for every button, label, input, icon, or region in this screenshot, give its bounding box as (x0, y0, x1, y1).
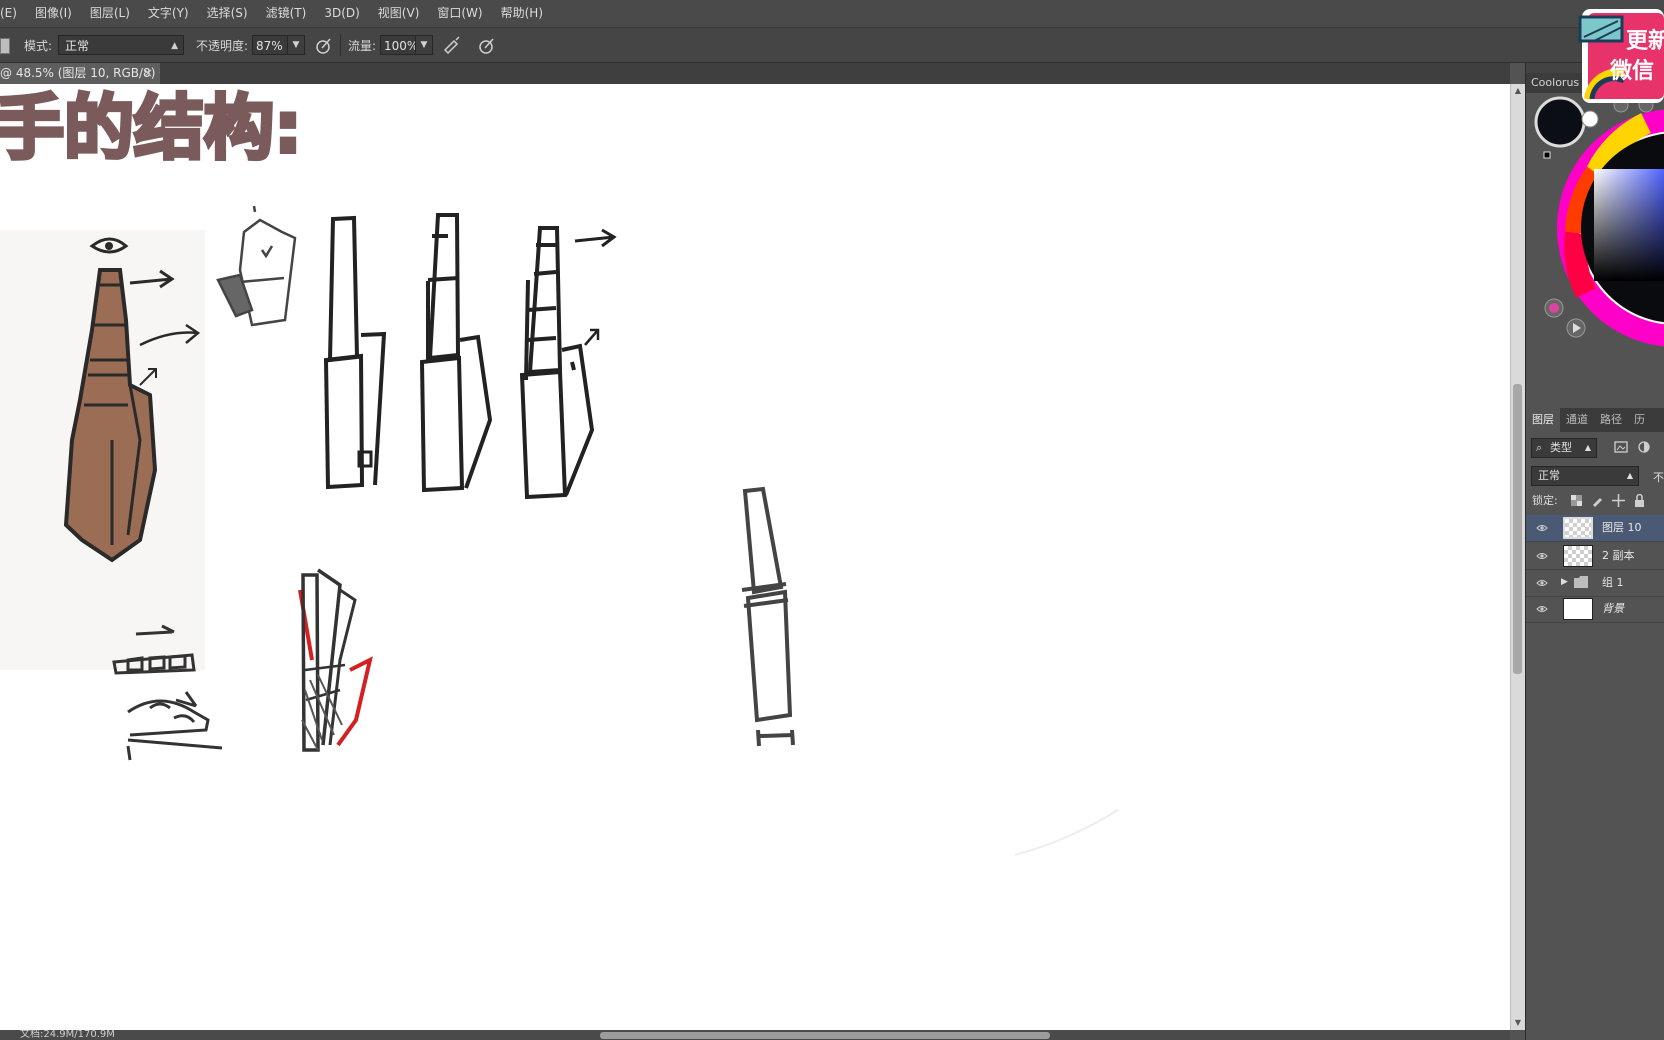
blend-mode-value: 正常 (1538, 469, 1560, 482)
opacity-label: 不透明度: (196, 39, 249, 53)
vertical-scrollbar[interactable]: ▲ ▼ (1510, 84, 1525, 1030)
scroll-down-icon[interactable]: ▼ (1511, 1016, 1525, 1030)
options-bar: 模式: 正常 ▲ 不透明度: 87% ▼ 流量: 100% ▼ (0, 28, 1664, 63)
lock-all-icon[interactable] (1634, 494, 1645, 507)
folder-icon (1574, 576, 1588, 588)
menu-help[interactable]: 帮助(H) (492, 0, 552, 27)
lock-image-icon[interactable] (1591, 494, 1604, 507)
doc-size-status: 文档:24.9M/170.9M (20, 1030, 115, 1040)
updown-arrows-icon: ▲ (1584, 443, 1591, 452)
close-icon[interactable]: × (143, 63, 153, 84)
updown-arrows-icon: ▲ (171, 41, 178, 51)
menu-image[interactable]: 图像(I) (26, 0, 81, 27)
finger-sketch-3 (519, 226, 617, 500)
layer-thumbnail (1563, 545, 1593, 567)
tablet-pressure-size-icon[interactable] (477, 36, 497, 56)
coolorus-title: Coolorus (1531, 76, 1580, 89)
layer-thumbnail (1563, 598, 1593, 620)
expand-triangle-icon[interactable]: ▶ (1561, 577, 1568, 587)
finger-top-view-sketch (216, 205, 297, 327)
document-tab[interactable]: @ 48.5% (图层 10, RGB/8) * × (0, 63, 165, 84)
menu-select[interactable]: 选择(S) (198, 0, 257, 27)
flow-value: 100% (384, 39, 419, 53)
layers-panel: ⌕ 类型 ▲ 正常 ▲ 不 锁定: 图层 10 2 副本 ▶ 组 1 背景 (1526, 432, 1664, 1040)
separator (340, 34, 341, 56)
tab-strip (160, 63, 1510, 84)
layer-filter-dropdown[interactable]: ⌕ 类型 ▲ (1531, 438, 1597, 458)
tab-paths[interactable]: 路径 (1594, 408, 1628, 432)
promo-line-1: 更新 (1626, 29, 1664, 54)
eye-icon[interactable] (1536, 523, 1548, 533)
eye-icon[interactable] (1536, 604, 1548, 614)
filter-adjustment-icon[interactable] (1638, 441, 1650, 453)
current-color-swatch (1534, 96, 1586, 148)
lock-label: 锁定: (1532, 494, 1558, 507)
lock-position-icon[interactable] (1612, 494, 1625, 507)
filter-pixel-icon[interactable] (1614, 441, 1628, 453)
layer-thumbnail (1563, 517, 1593, 539)
tab-layers[interactable]: 图层 (1526, 408, 1560, 432)
search-icon: ⌕ (1536, 441, 1543, 454)
mode-value: 正常 (65, 39, 90, 53)
single-finger-sketch (741, 486, 795, 747)
hatched-fingers-sketch (298, 568, 373, 752)
lock-transparent-icon[interactable] (1571, 495, 1582, 506)
horizontal-scrollbar-thumb[interactable] (600, 1032, 1050, 1039)
brush-preset-icon[interactable] (0, 38, 10, 54)
menu-edit[interactable]: (E) (0, 0, 26, 27)
hand-reference-photo (0, 230, 205, 670)
updown-arrows-icon: ▲ (1626, 471, 1633, 480)
canvas-title: 手的结构: (0, 87, 302, 169)
eye-icon[interactable] (1536, 551, 1548, 561)
right-panel-dock: Coolorus 图层 通道 路径 历 ⌕ 类型 ▲ 正常 ▲ 不 锁定: 图层… (1525, 63, 1664, 1040)
menu-type[interactable]: 文字(Y) (139, 0, 198, 27)
faint-stroke (1014, 809, 1119, 856)
opacity-label-short: 不 (1653, 471, 1664, 484)
menu-3d[interactable]: 3D(D) (315, 0, 368, 27)
opacity-slider-button[interactable]: ▼ (287, 35, 305, 55)
blend-mode-dropdown[interactable]: 正常 ▲ (1531, 466, 1639, 486)
mode-label: 模式: (24, 39, 53, 53)
flow-label: 流量: (348, 39, 377, 53)
canvas[interactable]: 手的结构: (0, 84, 1510, 1030)
scrollbar-thumb[interactable] (1513, 384, 1522, 674)
tab-channels[interactable]: 通道 (1560, 408, 1594, 432)
color-wheel[interactable] (1526, 93, 1664, 413)
finger-sketch-2 (419, 213, 493, 493)
flow-slider-button[interactable]: ▼ (415, 35, 433, 55)
coolorus-panel (1526, 93, 1664, 413)
finger-sketch-1 (323, 215, 387, 490)
document-tab-title: @ 48.5% (图层 10, RGB/8) * (0, 66, 166, 80)
layers-panel-tabs: 图层 通道 路径 历 (1526, 408, 1664, 432)
menu-window[interactable]: 窗口(W) (428, 0, 491, 27)
layer-row[interactable]: 背景 (1526, 596, 1664, 623)
mode-dropdown[interactable]: 正常 ▲ (58, 35, 184, 55)
promo-line-2: 微信 (1610, 59, 1655, 84)
promo-badge[interactable]: 更新 微信 (1578, 3, 1664, 103)
menu-view[interactable]: 视图(V) (369, 0, 429, 27)
layer-filter-value: 类型 (1550, 441, 1572, 454)
eye-icon[interactable] (1536, 578, 1548, 588)
opacity-value: 87% (256, 39, 283, 53)
layer-name: 组 1 (1602, 576, 1624, 589)
tablet-pressure-opacity-icon[interactable] (314, 36, 334, 56)
airbrush-icon[interactable] (442, 36, 462, 56)
layer-name: 2 副本 (1602, 549, 1635, 562)
menu-filter[interactable]: 滤镜(T) (257, 0, 316, 27)
layer-group-row[interactable]: ▶ 组 1 (1526, 570, 1664, 597)
canvas-artwork: 手的结构: (0, 85, 1119, 856)
flow-input[interactable]: 100% (380, 35, 419, 55)
menu-bar: (E) 图像(I) 图层(L) 文字(Y) 选择(S) 滤镜(T) 3D(D) … (0, 0, 1664, 28)
layer-row[interactable]: 图层 10 (1526, 515, 1664, 542)
scroll-up-icon[interactable]: ▲ (1511, 84, 1525, 98)
menu-layer[interactable]: 图层(L) (81, 0, 139, 27)
layer-name: 图层 10 (1602, 521, 1642, 534)
tab-history[interactable]: 历 (1628, 408, 1651, 432)
layer-row[interactable]: 2 副本 (1526, 543, 1664, 570)
opacity-input[interactable]: 87% (252, 35, 288, 55)
layer-name: 背景 (1602, 602, 1624, 615)
